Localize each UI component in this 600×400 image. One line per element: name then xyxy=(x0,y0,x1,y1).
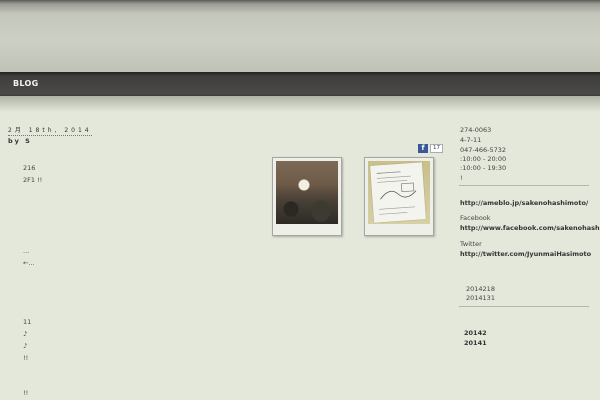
shop-hours-weekday: :10:00 - 20:00 xyxy=(460,155,507,163)
photo-handout-paper[interactable] xyxy=(364,157,434,236)
nav-shadow xyxy=(0,96,600,112)
shop-zipcode: 274-0063 xyxy=(460,126,492,134)
post-line: !! xyxy=(23,389,29,397)
facebook-like-button[interactable]: f 17 xyxy=(418,144,443,153)
handout-paper-image xyxy=(368,161,430,224)
post-author: by S xyxy=(8,137,32,145)
recent-post-link[interactable]: 2014218 xyxy=(466,285,495,293)
facebook-icon: f xyxy=(418,144,428,153)
post-line: ♪ xyxy=(23,342,28,350)
meeting-room-image xyxy=(276,161,338,224)
post-line: ♪ xyxy=(23,330,28,338)
archive-link[interactable]: 20141 xyxy=(464,339,487,347)
header-banner xyxy=(0,0,600,72)
archive-link[interactable]: 20142 xyxy=(464,329,487,337)
recent-post-link[interactable]: 2014131 xyxy=(466,294,495,302)
twitter-link[interactable]: http://twitter.com/JyunmaiHasimoto xyxy=(460,250,591,258)
divider xyxy=(459,185,589,186)
nav-bar xyxy=(0,72,600,96)
divider xyxy=(459,306,589,307)
shop-hours-holiday: :10:00 - 19:30 xyxy=(460,164,507,172)
facebook-label: Facebook xyxy=(460,214,491,222)
post-line: 216 xyxy=(23,164,36,172)
post-line: 2F1 !! xyxy=(23,176,43,184)
shop-address: 4-7-11 xyxy=(460,136,482,144)
post-line: ←... xyxy=(23,259,35,267)
post-line: ... xyxy=(23,247,30,255)
shop-phone: 047-466-5732 xyxy=(460,146,507,154)
twitter-label: Twitter xyxy=(460,240,482,248)
photo-meeting-room[interactable] xyxy=(272,157,342,236)
shop-note: ! xyxy=(460,174,463,182)
nav-item-blog[interactable]: BLOG xyxy=(13,79,38,88)
post-line: 11 xyxy=(23,318,32,326)
post-date: 2月 18th, 2014 xyxy=(8,127,92,136)
ameblo-link[interactable]: http://ameblo.jp/sakenohashimoto/ xyxy=(460,199,588,207)
post-line: !! xyxy=(23,354,29,362)
facebook-link[interactable]: http://www.facebook.com/sakenohashimoto xyxy=(460,224,600,232)
like-count: 17 xyxy=(430,144,443,153)
